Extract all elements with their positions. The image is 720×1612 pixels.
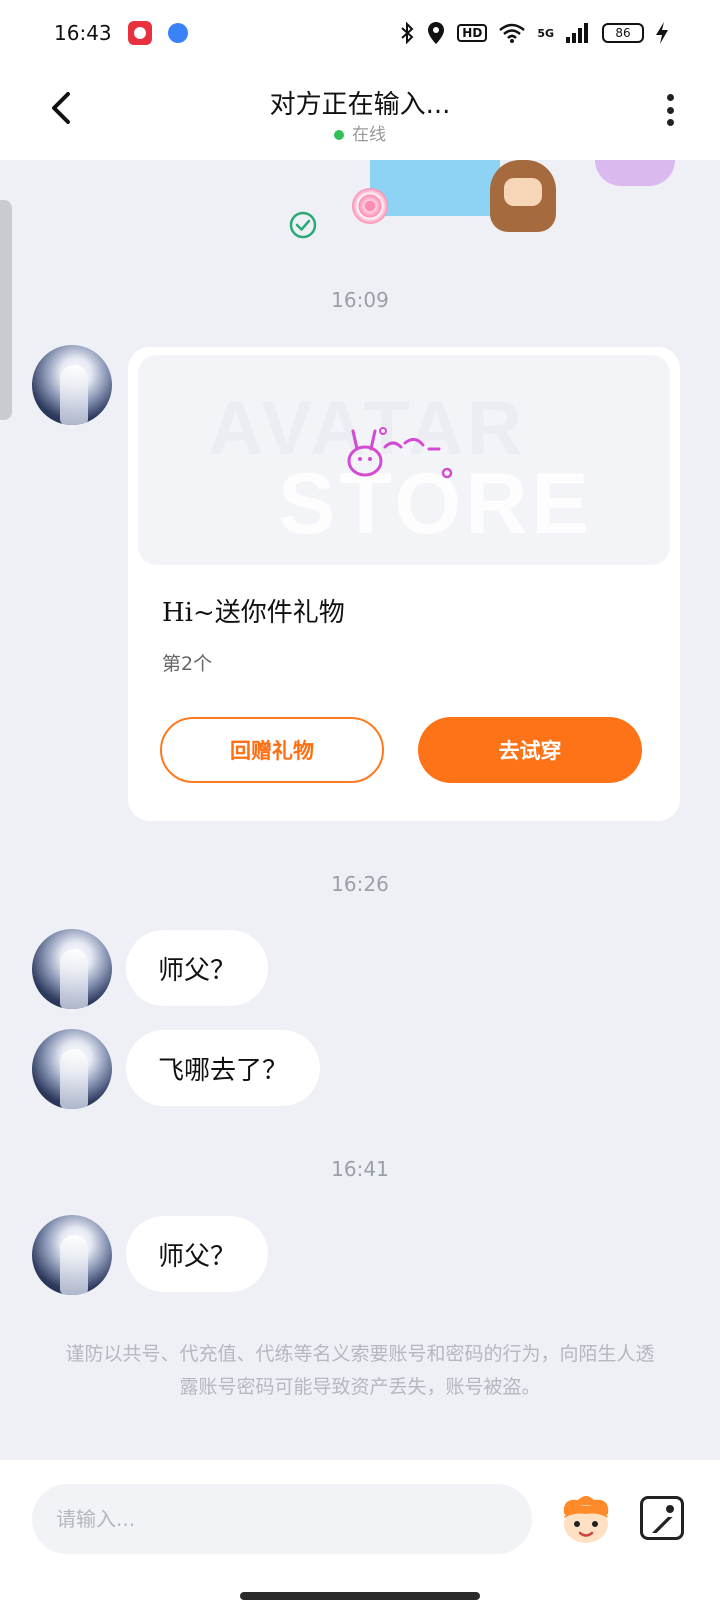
status-bar: 16:43 HD 5G 86 bbox=[0, 0, 720, 66]
message-bubble[interactable]: 师父？ bbox=[126, 930, 269, 1006]
sticker-decoration-icon bbox=[595, 160, 675, 186]
chat-header: 对方正在输入... 在线 bbox=[0, 66, 720, 160]
try-on-button[interactable]: 去试穿 bbox=[418, 717, 642, 783]
status-bar-left: 16:43 bbox=[54, 21, 188, 45]
avatar[interactable] bbox=[32, 1029, 112, 1109]
status-bar-right: HD 5G 86 bbox=[399, 21, 668, 45]
gift-card[interactable]: AVATAR STORE Hi~送你件礼物 第2个 回赠礼物 去试穿 bbox=[128, 347, 680, 821]
home-indicator[interactable] bbox=[240, 1592, 480, 1600]
image-picker-button[interactable] bbox=[640, 1496, 684, 1540]
input-bar bbox=[0, 1460, 720, 1612]
online-dot-icon bbox=[334, 130, 344, 140]
security-notice: 谨防以共号、代充值、代练等名义索要账号和密码的行为，向陌生人透露账号密码可能导致… bbox=[65, 1343, 655, 1398]
hd-badge: HD bbox=[457, 24, 488, 42]
timestamp: 16:26 bbox=[331, 872, 389, 896]
bluetooth-icon bbox=[401, 22, 414, 44]
gift-card-title: Hi~送你件礼物 bbox=[162, 598, 345, 628]
wifi-icon bbox=[499, 23, 526, 43]
bear-sticker-icon bbox=[490, 160, 556, 232]
chat-message-list[interactable]: 16:09 AVATAR STORE Hi~送你件礼物 第2个 回赠礼物 去试穿… bbox=[0, 160, 720, 1460]
signal-icon bbox=[566, 23, 588, 43]
timestamp: 16:09 bbox=[331, 288, 389, 312]
message-input[interactable] bbox=[32, 1484, 532, 1554]
gift-card-subtitle: 第2个 bbox=[162, 653, 213, 675]
avatar[interactable] bbox=[32, 345, 112, 425]
sticker-message[interactable] bbox=[370, 160, 500, 216]
sent-check-icon bbox=[289, 211, 317, 239]
battery-indicator: 86 bbox=[602, 23, 644, 43]
app-notification-icon bbox=[127, 21, 152, 45]
more-options-button[interactable] bbox=[660, 88, 680, 132]
dot-icon bbox=[666, 94, 674, 101]
timestamp: 16:41 bbox=[331, 1157, 389, 1181]
location-icon bbox=[428, 22, 445, 44]
network-type: 5G bbox=[537, 26, 554, 40]
online-status: 在线 bbox=[0, 120, 720, 145]
return-gift-button[interactable]: 回赠礼物 bbox=[160, 717, 384, 783]
clock: 16:43 bbox=[54, 21, 112, 45]
message-bubble[interactable]: 师父？ bbox=[126, 1216, 269, 1292]
dot-icon bbox=[666, 119, 674, 126]
avatar[interactable] bbox=[32, 1215, 112, 1295]
bunny-gift-icon bbox=[347, 427, 453, 479]
message-bubble[interactable]: 飞哪去了？ bbox=[126, 1030, 321, 1106]
avatar[interactable] bbox=[32, 929, 112, 1009]
sticker-emoji-icon[interactable] bbox=[558, 1494, 614, 1546]
dot-icon bbox=[666, 106, 674, 114]
lollipop-sticker-icon bbox=[352, 188, 388, 224]
chat-title: 对方正在输入... bbox=[269, 90, 451, 120]
app-notification-icon bbox=[167, 23, 188, 43]
charging-icon bbox=[656, 22, 668, 44]
online-status-label: 在线 bbox=[352, 125, 386, 145]
gift-preview-image[interactable]: AVATAR STORE bbox=[138, 355, 670, 565]
